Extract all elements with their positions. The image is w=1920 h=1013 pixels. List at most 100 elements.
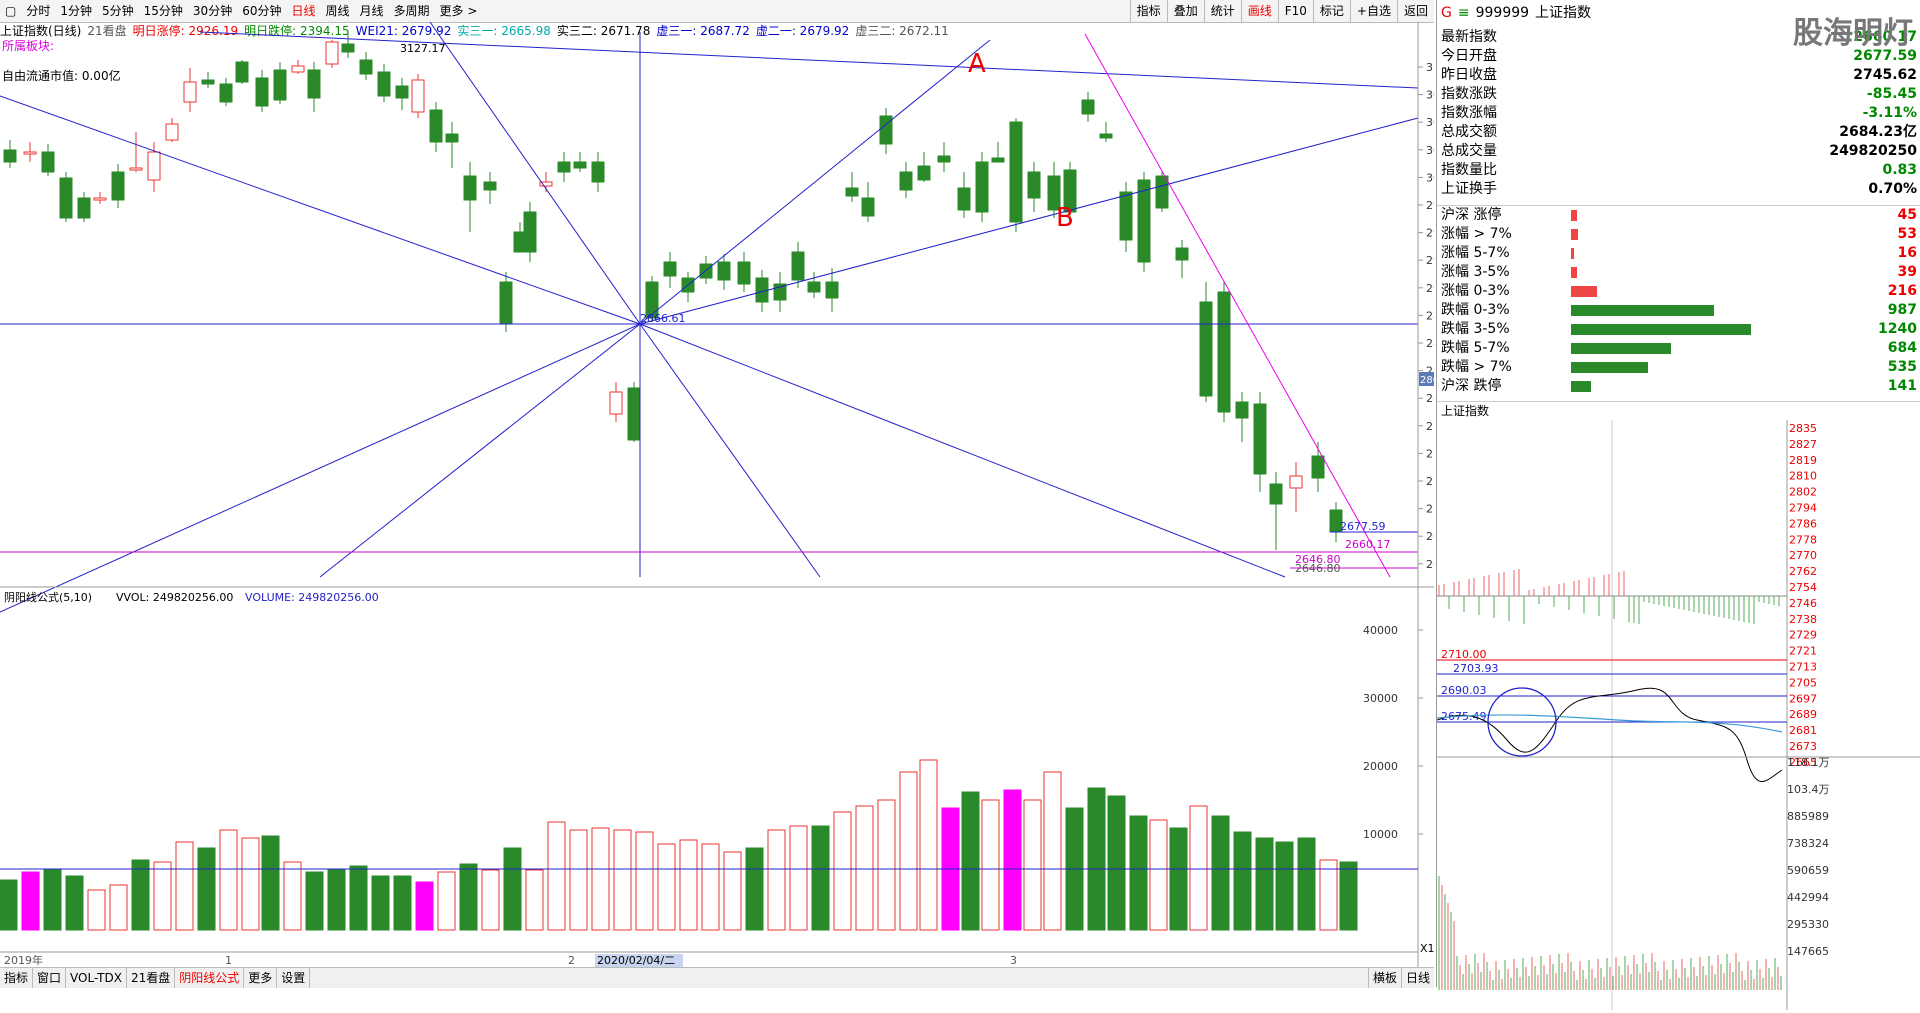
candle-body [1027,171,1041,199]
market-stat-value: 684 [1887,340,1917,356]
mini-label-c: 2690.03 [1441,684,1487,697]
candle-body [359,59,373,75]
tab-60min[interactable]: 60分钟 [237,0,286,22]
quote-row-value: 0.70% [1868,181,1917,197]
candle-body [591,161,605,183]
candle-body [377,71,391,97]
candle-body [41,151,55,173]
volume-indicator-name[interactable]: 阴阳线公式(5,10) [4,590,92,604]
vvol-value: VVOL: 249820256.00 [116,591,233,604]
volume-bar [153,861,172,931]
price-tick-label: 2900 [1426,282,1434,295]
volume-axis-ticks: 40000 30000 20000 10000 [1363,624,1423,841]
price-tick-label: 3075 [1426,89,1434,102]
fan-line[interactable] [639,39,991,325]
mini-tick-label: 2770 [1789,549,1817,562]
fan-line[interactable] [639,323,1286,578]
mini-tick-label: 2810 [1789,470,1817,483]
candle-body [737,261,751,285]
period-toolbar: ▢ 分时 1分钟 5分钟 15分钟 30分钟 60分钟 日线 周线 月线 多周期… [0,0,1434,23]
market-stat-bar-track [1571,358,1857,377]
tab-weekly[interactable]: 周线 [321,0,355,22]
volume-bar [43,869,62,931]
volume-bar [1189,805,1208,931]
indicator-button[interactable]: 指标 [1129,0,1167,22]
market-stat-bar [1571,248,1574,259]
mini-tick-label: 2721 [1789,645,1817,658]
volume-bar [569,829,588,931]
candle-body [429,109,443,143]
mini-vol-tick-label: 442994 [1787,891,1829,904]
overlay-button[interactable]: 叠加 [1166,0,1204,22]
fan-line[interactable] [0,95,641,325]
tab-5min[interactable]: 5分钟 [97,0,139,22]
quote-row-label: 今日开盘 [1441,48,1497,64]
tab-fenshi[interactable]: 分时 [21,0,55,22]
candle-body [1009,121,1023,223]
mark-button[interactable]: 标记 [1312,0,1350,22]
market-stat-bar-track [1571,339,1857,358]
bottom-window-tab[interactable]: 窗口 [33,968,67,988]
tab-15min[interactable]: 15分钟 [139,0,188,22]
tab-daily[interactable]: 日线 [286,0,320,22]
toolbar-right-buttons: 指标 叠加 统计 画线 F10 标记 +自选 返回 [1129,0,1434,22]
tab-more[interactable]: 更多 > [435,0,483,22]
fan-line[interactable] [639,323,821,578]
stats-button[interactable]: 统计 [1203,0,1241,22]
volume-bar [789,825,808,931]
bottom-yinyang-tab[interactable]: 阴阳线公式 [175,968,245,988]
fan-line[interactable] [639,117,1419,325]
draw-line-button[interactable]: 画线 [1240,0,1278,22]
volume-bar [981,799,1000,931]
kline-chart[interactable]: 3100 3075 3050 3025 3000 2975 2950 2925 2900 2875… [0,22,1434,967]
mini-chart-title: 上证指数 [1441,404,1490,418]
candle-body [77,197,91,219]
bottom-horizontal-tab[interactable]: 横板 [1367,968,1401,988]
candle-body [627,387,641,441]
quote-row: 总成交量 249820250 [1437,142,1920,161]
volume-tick-label: 30000 [1363,692,1398,705]
bottom-indicator-tab[interactable]: 指标 [0,968,34,988]
f10-button[interactable]: F10 [1277,0,1313,22]
candle-body [445,133,459,143]
volume-bar [349,865,368,931]
mini-tick-label: 2673 [1789,740,1817,753]
magenta-trend-line[interactable] [1084,33,1391,578]
mini-index-chart[interactable]: 2835 2827 2819 2810 2802 2794 2786 2778 2770 2762… [1436,420,1920,1010]
bottom-settings-tab[interactable]: 设置 [277,968,311,988]
fan-line[interactable] [0,323,641,613]
candle-body [523,211,537,253]
fan-line[interactable] [319,323,641,578]
tab-monthly[interactable]: 月线 [355,0,389,22]
tab-1min[interactable]: 1分钟 [55,0,97,22]
candle-body [879,115,893,145]
back-button[interactable]: 返回 [1396,0,1434,22]
volume-bar [811,825,830,931]
candle-body [463,175,477,201]
candle-body [165,123,179,141]
menu-icon[interactable]: ≡ [1458,0,1470,26]
toolbar-menu-icon[interactable]: ▢ [0,0,21,22]
candle-body [557,161,571,173]
market-stat-bar-track [1571,225,1857,244]
quote-row-label: 指数涨跌 [1441,86,1497,102]
bottom-vol-tdx-tab[interactable]: VOL-TDX [66,968,127,988]
tab-30min[interactable]: 30分钟 [188,0,237,22]
bottom-daily-tab[interactable]: 日线 [1400,968,1434,988]
volume-bar [1211,815,1230,931]
candle-body [23,151,37,155]
bottom-21kanpan-tab[interactable]: 21看盘 [127,968,176,988]
tab-multi-period[interactable]: 多周期 [389,0,435,22]
fan-line[interactable] [429,22,641,325]
candle-body [937,155,951,163]
add-watchlist-button[interactable]: +自选 [1349,0,1397,22]
annotation-a[interactable]: A [968,49,986,79]
market-stat-value: 39 [1897,264,1917,280]
candlesticks [3,32,1343,550]
bottom-more-tab[interactable]: 更多 [244,968,278,988]
mini-label-b: 2703.93 [1453,662,1499,675]
market-stat-label: 跌幅 > 7% [1441,359,1512,375]
annotation-b[interactable]: B [1056,203,1074,233]
volume-bar [919,759,938,931]
mini-label-a: 2710.00 [1441,648,1487,661]
